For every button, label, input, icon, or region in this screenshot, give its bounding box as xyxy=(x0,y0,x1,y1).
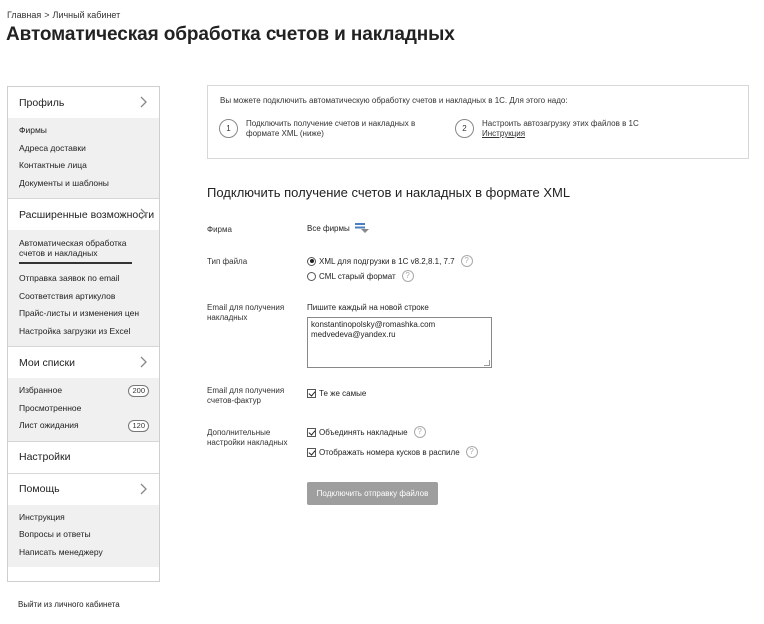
chevron-right-icon xyxy=(140,356,147,368)
help-icon[interactable]: ? xyxy=(465,446,478,458)
file-type-option-cml[interactable]: CML старый формат ? xyxy=(307,270,414,282)
breadcrumb: Главная > Личный кабинет xyxy=(7,10,120,20)
sidebar-item-instruction[interactable]: Инструкция xyxy=(8,509,159,527)
same-email-option[interactable]: Те же самые xyxy=(307,389,366,398)
chevron-right-icon xyxy=(140,483,147,494)
breadcrumb-current: Личный кабинет xyxy=(52,10,121,20)
sidebar-item-label: Автоматическая обработка счетов и наклад… xyxy=(19,238,127,258)
connect-files-button[interactable]: Подключить отправку файлов xyxy=(307,482,438,505)
option-label: XML для подгрузки в 1С v8.2,8.1, 7.7 xyxy=(319,256,455,266)
sidebar-section-title: Профиль xyxy=(19,96,65,109)
label-line: Дополнительные xyxy=(207,428,271,437)
merge-invoices-option[interactable]: Объединять накладные ? xyxy=(307,426,426,438)
sidebar-item-price-lists[interactable]: Прайс-листы и изменения цен xyxy=(8,305,159,323)
count-badge: 200 xyxy=(128,385,149,397)
sidebar-group-my-lists: Избранное 200 Просмотренное Лист ожидани… xyxy=(8,378,159,441)
sidebar-item-auto-processing[interactable]: Автоматическая обработка счетов и наклад… xyxy=(8,234,159,270)
email-textarea[interactable]: konstantinopolsky@romashka.com medvedeva… xyxy=(307,317,492,368)
firm-value: Все фирмы xyxy=(307,223,350,233)
sidebar-item-waitlist[interactable]: Лист ожидания 120 xyxy=(8,417,159,435)
dropdown-icon xyxy=(354,223,369,233)
radio-unselected[interactable] xyxy=(307,271,316,281)
cut-numbers-option[interactable]: Отображать номера кусков в распиле ? xyxy=(307,446,478,458)
option-label: CML старый формат xyxy=(319,271,396,281)
step-1: 1 Подключить получение счетов и накладны… xyxy=(219,119,415,139)
label-line: накладных xyxy=(207,313,248,322)
email-label: Email для получения накладных xyxy=(207,303,284,323)
sidebar-section-help[interactable]: Помощь xyxy=(8,473,159,505)
logout-link[interactable]: Выйти из личного кабинета xyxy=(18,600,120,609)
checkbox-checked[interactable] xyxy=(307,447,316,457)
sidebar-section-title: Расширенные возможности xyxy=(19,208,155,221)
sidebar-item-contact-manager[interactable]: Написать менеджеру xyxy=(8,544,159,562)
sidebar-item-label: Лист ожидания xyxy=(19,420,79,430)
sidebar-section-title: Мои списки xyxy=(19,356,75,369)
section-title: Подключить получение счетов и накладных … xyxy=(207,185,571,200)
sidebar-section-my-lists[interactable]: Мои списки xyxy=(8,347,159,378)
email-line: konstantinopolsky@romashka.com xyxy=(311,320,436,329)
help-icon[interactable]: ? xyxy=(460,255,473,267)
sidebar-item-viewed[interactable]: Просмотренное xyxy=(8,400,159,418)
breadcrumb-home-link[interactable]: Главная xyxy=(7,10,41,20)
sidebar-item-faq[interactable]: Вопросы и ответы xyxy=(8,526,159,544)
step-text-line: Подключить получение счетов и накладных … xyxy=(246,119,416,128)
sidebar-section-title: Помощь xyxy=(19,483,60,495)
option-label: Те же самые xyxy=(319,389,367,398)
label-line: Email для получения xyxy=(207,386,285,395)
step-text-line: Настроить автозагрузку этих файлов в 1С xyxy=(482,119,639,128)
checkbox-checked[interactable] xyxy=(307,389,316,398)
sidebar-item-email-orders[interactable]: Отправка заявок по email xyxy=(8,270,159,288)
count-badge: 120 xyxy=(128,420,149,432)
sidebar: Профиль Фирмы Адреса доставки Контактные… xyxy=(7,86,160,582)
label-line: настройки накладных xyxy=(207,438,288,447)
sidebar-item-contacts[interactable]: Контактные лица xyxy=(8,157,159,175)
radio-selected[interactable] xyxy=(307,256,316,266)
checkbox-checked[interactable] xyxy=(307,427,316,437)
sidebar-item-firms[interactable]: Фирмы xyxy=(8,122,159,140)
option-label: Отображать номера кусков в распиле xyxy=(319,447,460,457)
step-2: 2 Настроить автозагрузку этих файлов в 1… xyxy=(455,119,639,139)
sidebar-item-article-matching[interactable]: Соответствия артикулов xyxy=(8,288,159,306)
resize-handle[interactable] xyxy=(484,360,490,366)
chevron-right-icon xyxy=(140,96,147,108)
chevron-right-icon xyxy=(140,208,147,220)
step-number: 2 xyxy=(455,119,474,138)
instruction-link[interactable]: Инструкция xyxy=(482,129,639,139)
invoice-email-label: Email для получения счетов-фактур xyxy=(207,386,284,406)
step-number: 1 xyxy=(219,119,238,138)
help-icon[interactable]: ? xyxy=(401,270,414,282)
step-text-line: формате XML (ниже) xyxy=(246,129,324,138)
sidebar-section-title: Настройки xyxy=(19,451,71,463)
sidebar-group-profile: Фирмы Адреса доставки Контактные лица До… xyxy=(8,118,159,198)
sidebar-group-help: Инструкция Вопросы и ответы Написать мен… xyxy=(8,504,159,567)
sidebar-item-favorites[interactable]: Избранное 200 xyxy=(8,382,159,400)
sidebar-item-documents[interactable]: Документы и шаблоны xyxy=(8,175,159,193)
sidebar-item-label: Избранное xyxy=(19,385,63,395)
file-type-option-xml[interactable]: XML для подгрузки в 1С v8.2,8.1, 7.7 ? xyxy=(307,255,473,267)
option-label: Объединять накладные xyxy=(319,427,408,437)
sidebar-item-delivery-addresses[interactable]: Адреса доставки xyxy=(8,140,159,158)
firm-select[interactable]: Все фирмы xyxy=(307,222,370,234)
label-line: Email для получения xyxy=(207,303,285,312)
email-hint: Пишите каждый на новой строке xyxy=(307,303,429,312)
breadcrumb-separator: > xyxy=(44,10,50,20)
firm-label: Фирма xyxy=(207,225,232,234)
sidebar-section-advanced[interactable]: Расширенные возможности xyxy=(8,199,159,230)
step-text: Настроить автозагрузку этих файлов в 1С … xyxy=(482,119,639,139)
info-intro: Вы можете подключить автоматическую обра… xyxy=(220,96,568,105)
file-type-label: Тип файла xyxy=(207,257,248,266)
page-title: Автоматическая обработка счетов и наклад… xyxy=(6,24,455,45)
extra-settings-label: Дополнительные настройки накладных xyxy=(207,428,288,448)
info-box: Вы можете подключить автоматическую обра… xyxy=(207,85,749,159)
step-text: Подключить получение счетов и накладных … xyxy=(246,119,415,139)
sidebar-item-excel-import[interactable]: Настройка загрузки из Excel xyxy=(8,323,159,341)
sidebar-section-settings[interactable]: Настройки xyxy=(8,441,159,473)
label-line: счетов-фактур xyxy=(207,396,261,405)
email-line: medvedeva@yandex.ru xyxy=(311,330,396,339)
sidebar-section-profile[interactable]: Профиль xyxy=(8,87,159,118)
active-indicator xyxy=(19,262,132,264)
sidebar-group-advanced: Автоматическая обработка счетов и наклад… xyxy=(8,230,159,346)
help-icon[interactable]: ? xyxy=(413,426,426,438)
